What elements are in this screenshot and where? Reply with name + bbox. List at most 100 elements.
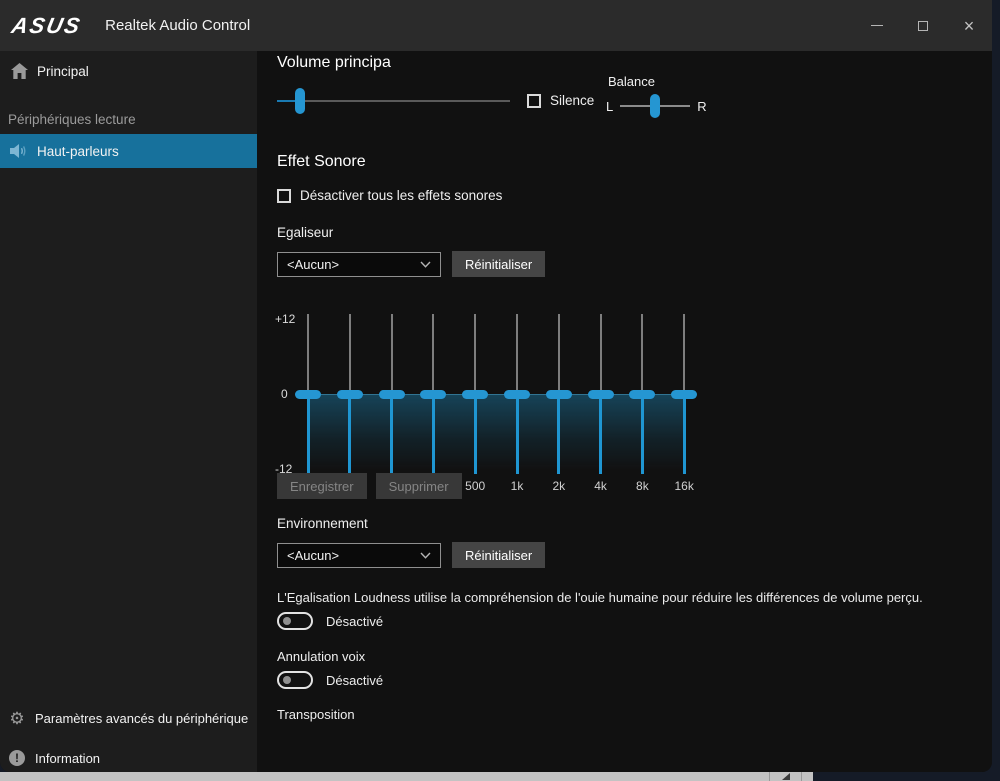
close-icon: × xyxy=(964,17,975,35)
eq-track-lower xyxy=(599,394,602,474)
eq-slider-handle[interactable] xyxy=(629,390,655,399)
toggle-knob xyxy=(283,676,291,684)
silence-checkbox[interactable] xyxy=(527,94,541,108)
delete-preset-button[interactable]: Supprimer xyxy=(376,473,462,499)
balance-left-label: L xyxy=(606,99,613,114)
eq-track-lower xyxy=(474,394,477,474)
loudness-toggle[interactable] xyxy=(277,612,313,630)
eq-track-lower xyxy=(683,394,686,474)
sidebar-item-label: Principal xyxy=(37,64,89,79)
home-icon xyxy=(10,62,28,80)
sidebar-item-information[interactable]: ! Information xyxy=(0,740,257,772)
chevron-down-icon xyxy=(420,552,431,559)
eq-slider-handle[interactable] xyxy=(588,390,614,399)
chevron-down-icon xyxy=(420,261,431,268)
silence-label: Silence xyxy=(550,93,594,108)
minimize-button[interactable] xyxy=(854,0,900,51)
environment-controls: <Aucun> Réinitialiser xyxy=(277,542,545,568)
eq-slider-handle[interactable] xyxy=(337,390,363,399)
equalizer-controls: <Aucun> Réinitialiser xyxy=(277,251,545,277)
main-content: Volume principa Silence Balance L R Effe… xyxy=(257,51,992,772)
eq-track-upper xyxy=(432,314,434,394)
gear-icon: ⚙ xyxy=(8,709,26,727)
balance-label: Balance xyxy=(608,74,655,89)
eq-track-upper xyxy=(516,314,518,394)
sidebar-item-label: Haut-parleurs xyxy=(37,144,119,159)
eq-track-upper xyxy=(558,314,560,394)
slider-handle[interactable] xyxy=(650,94,660,118)
eq-track-upper xyxy=(641,314,643,394)
eq-track-lower xyxy=(390,394,393,474)
equalizer-preset-dropdown[interactable]: <Aucun> xyxy=(277,252,441,277)
sidebar-item-advanced-device-settings[interactable]: ⚙ Paramètres avancés du périphérique xyxy=(0,700,257,736)
main-volume-slider[interactable] xyxy=(277,88,510,114)
silence-checkbox-row[interactable]: Silence xyxy=(527,93,594,108)
eq-slider-handle[interactable] xyxy=(379,390,405,399)
eq-track-lower xyxy=(641,394,644,474)
maximize-icon xyxy=(918,21,928,31)
eq-band-label: 1k xyxy=(497,479,537,493)
balance-right-label: R xyxy=(697,99,706,114)
volume-title: Volume principa xyxy=(277,54,391,72)
sidebar-item-label: Information xyxy=(35,751,100,766)
equalizer-label: Egaliseur xyxy=(277,225,333,240)
close-button[interactable]: × xyxy=(946,0,992,51)
equalizer-reset-button[interactable]: Réinitialiser xyxy=(452,251,545,277)
eq-track-upper xyxy=(683,314,685,394)
slider-track[interactable] xyxy=(277,100,510,102)
sidebar-item-speakers[interactable]: Haut-parleurs xyxy=(0,134,257,168)
eq-track-upper xyxy=(307,314,309,394)
eq-track-upper xyxy=(349,314,351,394)
environment-preset-dropdown[interactable]: <Aucun> xyxy=(277,543,441,568)
transposition-label: Transposition xyxy=(277,707,355,722)
maximize-button[interactable] xyxy=(900,0,946,51)
eq-slider-handle[interactable] xyxy=(546,390,572,399)
eq-slider-handle[interactable] xyxy=(671,390,697,399)
sidebar: Principal Périphériques lecture Haut-par… xyxy=(0,51,257,772)
eq-slider-handle[interactable] xyxy=(504,390,530,399)
sound-effects-title: Effet Sonore xyxy=(277,153,366,171)
environment-reset-button[interactable]: Réinitialiser xyxy=(452,542,545,568)
disable-effects-checkbox-row[interactable]: Désactiver tous les effets sonores xyxy=(277,188,502,203)
speaker-icon xyxy=(10,142,28,160)
slider-handle[interactable] xyxy=(295,88,305,114)
voice-cancel-toggle[interactable] xyxy=(277,671,313,689)
voice-cancel-toggle-row: Désactivé xyxy=(277,671,383,689)
divider xyxy=(801,772,802,781)
eq-slider-handle[interactable] xyxy=(295,390,321,399)
eq-track-lower xyxy=(348,394,351,474)
eq-track-lower xyxy=(516,394,519,474)
app-window: ASUS Realtek Audio Control × Principal P… xyxy=(0,0,992,772)
eq-band-label: 16k xyxy=(664,479,704,493)
balance-control: L R xyxy=(606,93,707,119)
eq-slider-handle[interactable] xyxy=(420,390,446,399)
eq-track-upper xyxy=(474,314,476,394)
eq-scale-zero: 0 xyxy=(281,387,288,401)
balance-slider[interactable] xyxy=(620,93,690,119)
equalizer-preset-buttons: Enregistrer Supprimer xyxy=(277,473,471,499)
voice-cancel-state-label: Désactivé xyxy=(326,673,383,688)
disable-effects-checkbox[interactable] xyxy=(277,189,291,203)
eq-band-label: 2k xyxy=(539,479,579,493)
loudness-description: L'Egalisation Loudness utilise la compré… xyxy=(277,590,923,605)
loudness-toggle-row: Désactivé xyxy=(277,612,383,630)
toggle-knob xyxy=(283,617,291,625)
titlebar: ASUS Realtek Audio Control × xyxy=(0,0,992,51)
eq-scale-max: +12 xyxy=(275,312,295,326)
divider xyxy=(769,772,770,781)
background-window-edge xyxy=(0,772,813,781)
asus-logo: ASUS xyxy=(9,13,84,39)
eq-track-lower xyxy=(432,394,435,474)
disable-effects-label: Désactiver tous les effets sonores xyxy=(300,188,502,203)
eq-track-lower xyxy=(557,394,560,474)
info-icon: ! xyxy=(8,749,26,767)
eq-slider-handle[interactable] xyxy=(462,390,488,399)
eq-track-lower xyxy=(307,394,310,474)
eq-track-upper xyxy=(391,314,393,394)
equalizer-preset-value: <Aucun> xyxy=(287,257,339,272)
save-preset-button[interactable]: Enregistrer xyxy=(277,473,367,499)
window-controls: × xyxy=(854,0,992,51)
app-title: Realtek Audio Control xyxy=(105,17,250,34)
eq-gradient-fill xyxy=(308,394,684,474)
sidebar-item-principal[interactable]: Principal xyxy=(0,53,257,89)
